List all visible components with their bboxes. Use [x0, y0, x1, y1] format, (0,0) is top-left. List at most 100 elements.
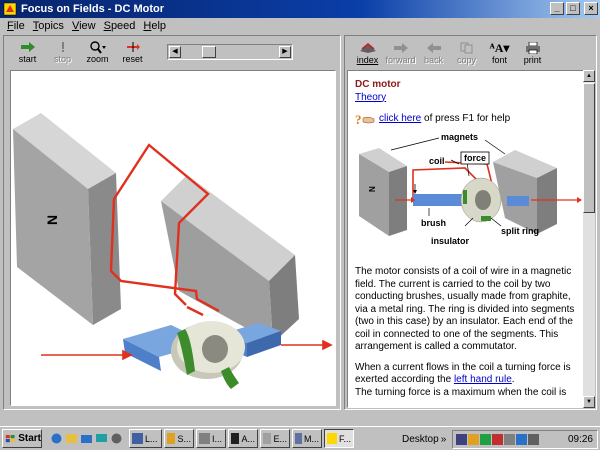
- click-here-link[interactable]: click here: [379, 113, 421, 124]
- question-hand-icon: ?: [355, 112, 375, 126]
- label-brush: brush: [421, 218, 446, 228]
- stop-button[interactable]: stop: [45, 40, 80, 64]
- outlook-icon[interactable]: [65, 432, 78, 445]
- start-label-taskbar: Start: [18, 433, 41, 444]
- help-toolbar: index forward back copy ᴬA▾ font print: [345, 36, 596, 68]
- taskbar-app-1[interactable]: L...: [129, 429, 162, 448]
- label-magnets: magnets: [441, 132, 478, 142]
- reset-icon: [126, 41, 140, 52]
- speaker-icon[interactable]: [528, 434, 539, 445]
- windows-logo-icon: [5, 434, 15, 442]
- tray-icon-5[interactable]: [504, 434, 515, 445]
- left-hand-rule-link[interactable]: left hand rule: [454, 374, 512, 385]
- north-magnet: N: [13, 113, 121, 325]
- title-bar[interactable]: Focus on Fields - DC Motor _ □ ×: [0, 0, 600, 18]
- paragraph-2-end: .: [511, 374, 515, 385]
- back-button[interactable]: back: [417, 41, 450, 65]
- chevron-right-icon: »: [440, 434, 447, 445]
- start-button[interactable]: start: [10, 40, 45, 64]
- taskbar-app-6-label: M...: [304, 433, 319, 444]
- back-label: back: [423, 55, 443, 65]
- menu-help[interactable]: Help: [139, 20, 170, 32]
- labelled-motor-diagram: N magnets coil force brush split ring in…: [359, 132, 582, 246]
- desktop-toolbar[interactable]: Desktop»: [402, 430, 446, 449]
- taskbar-app-3[interactable]: I...: [196, 429, 226, 448]
- index-button[interactable]: index: [351, 41, 384, 65]
- app-icon: [3, 2, 17, 16]
- theory-link[interactable]: Theory: [355, 92, 386, 103]
- font-button[interactable]: ᴬA▾ font: [483, 41, 516, 66]
- taskbar-app-4-label: A...: [241, 433, 255, 444]
- help-pane: index forward back copy ᴬA▾ font print D…: [344, 35, 597, 410]
- zoom-label: zoom: [86, 54, 109, 64]
- window-title: Focus on Fields - DC Motor: [21, 3, 164, 15]
- stop-icon: [61, 42, 64, 52]
- menu-speed[interactable]: Speed: [100, 20, 140, 32]
- minimize-button[interactable]: _: [550, 2, 564, 15]
- menu-topics[interactable]: Topics: [29, 20, 68, 32]
- copy-icon: [460, 42, 472, 54]
- taskbar-app-2-label: S...: [177, 433, 191, 444]
- start-arrow-icon: [20, 42, 35, 52]
- maximize-button[interactable]: □: [566, 2, 580, 15]
- taskbar-app-3-label: I...: [212, 433, 223, 444]
- copy-button[interactable]: copy: [450, 41, 483, 65]
- help-row: ? click here of press F1 for help: [355, 112, 580, 126]
- forward-button[interactable]: forward: [384, 41, 417, 65]
- tray-icon-3[interactable]: [480, 434, 491, 445]
- slider-thumb[interactable]: [202, 46, 216, 58]
- tray-icon-2[interactable]: [468, 434, 479, 445]
- label-force: force: [464, 153, 486, 163]
- split-ring: [171, 321, 245, 389]
- index-label: index: [356, 55, 379, 65]
- help-scrollbar[interactable]: ▲ ▼: [583, 70, 595, 408]
- reset-button[interactable]: reset: [115, 40, 150, 64]
- copy-label: copy: [456, 55, 476, 65]
- index-icon: [359, 43, 376, 53]
- magnet-n-label: N: [44, 215, 60, 225]
- label-split-ring: split ring: [501, 226, 539, 236]
- taskbar-app-focus-on-fields[interactable]: F...: [324, 429, 354, 448]
- tray-icon-1[interactable]: [456, 434, 467, 445]
- tray-icon-6[interactable]: [516, 434, 527, 445]
- scroll-thumb[interactable]: [583, 83, 595, 213]
- explorer-icon[interactable]: [80, 432, 93, 445]
- forward-label: forward: [385, 55, 416, 65]
- label-insulator: insulator: [431, 236, 470, 246]
- print-icon: [525, 42, 540, 54]
- tray-icon-4[interactable]: [492, 434, 503, 445]
- taskbar-app-6[interactable]: M...: [292, 429, 322, 448]
- scroll-down-button[interactable]: ▼: [583, 396, 595, 408]
- taskbar-app-1-label: L...: [145, 433, 158, 444]
- zoom-icon: [89, 40, 106, 54]
- forward-icon: [393, 43, 408, 53]
- zoom-button[interactable]: zoom: [80, 40, 115, 64]
- scroll-up-button[interactable]: ▲: [583, 70, 595, 82]
- svg-text:?: ?: [355, 112, 362, 126]
- clock[interactable]: 09:26: [568, 434, 593, 445]
- taskbar-app-5-label: E...: [273, 433, 287, 444]
- motor-illustration: N: [13, 113, 333, 389]
- taskbar-app-5[interactable]: E...: [260, 429, 290, 448]
- desktop-icon[interactable]: [95, 432, 108, 445]
- print-button[interactable]: print: [516, 41, 549, 65]
- motor-diagram: N magnets coil force brush split ring in…: [355, 132, 582, 262]
- slider-right-arrow[interactable]: ▶: [279, 46, 291, 58]
- stop-label: stop: [53, 54, 71, 64]
- taskbar-app-4[interactable]: A...: [228, 429, 258, 448]
- motor-simulation-canvas[interactable]: N: [10, 70, 336, 406]
- menu-bar: File Topics View Speed Help: [0, 18, 600, 34]
- diagram-n-label: N: [368, 186, 377, 192]
- speed-slider[interactable]: ◀ ▶: [167, 44, 293, 60]
- slider-left-arrow[interactable]: ◀: [169, 46, 181, 58]
- close-button[interactable]: ×: [584, 2, 598, 15]
- menu-file[interactable]: File: [3, 20, 29, 32]
- media-icon[interactable]: [110, 432, 123, 445]
- paragraph-3: The turning force is a maximum when the …: [355, 386, 567, 398]
- menu-view[interactable]: View: [68, 20, 100, 32]
- taskbar-app-2[interactable]: S...: [164, 429, 194, 448]
- start-label: start: [18, 54, 37, 64]
- start-button-taskbar[interactable]: Start: [2, 429, 42, 448]
- ie-icon[interactable]: [50, 432, 63, 445]
- paragraph-2: When a current flows in the coil a turni…: [355, 362, 580, 387]
